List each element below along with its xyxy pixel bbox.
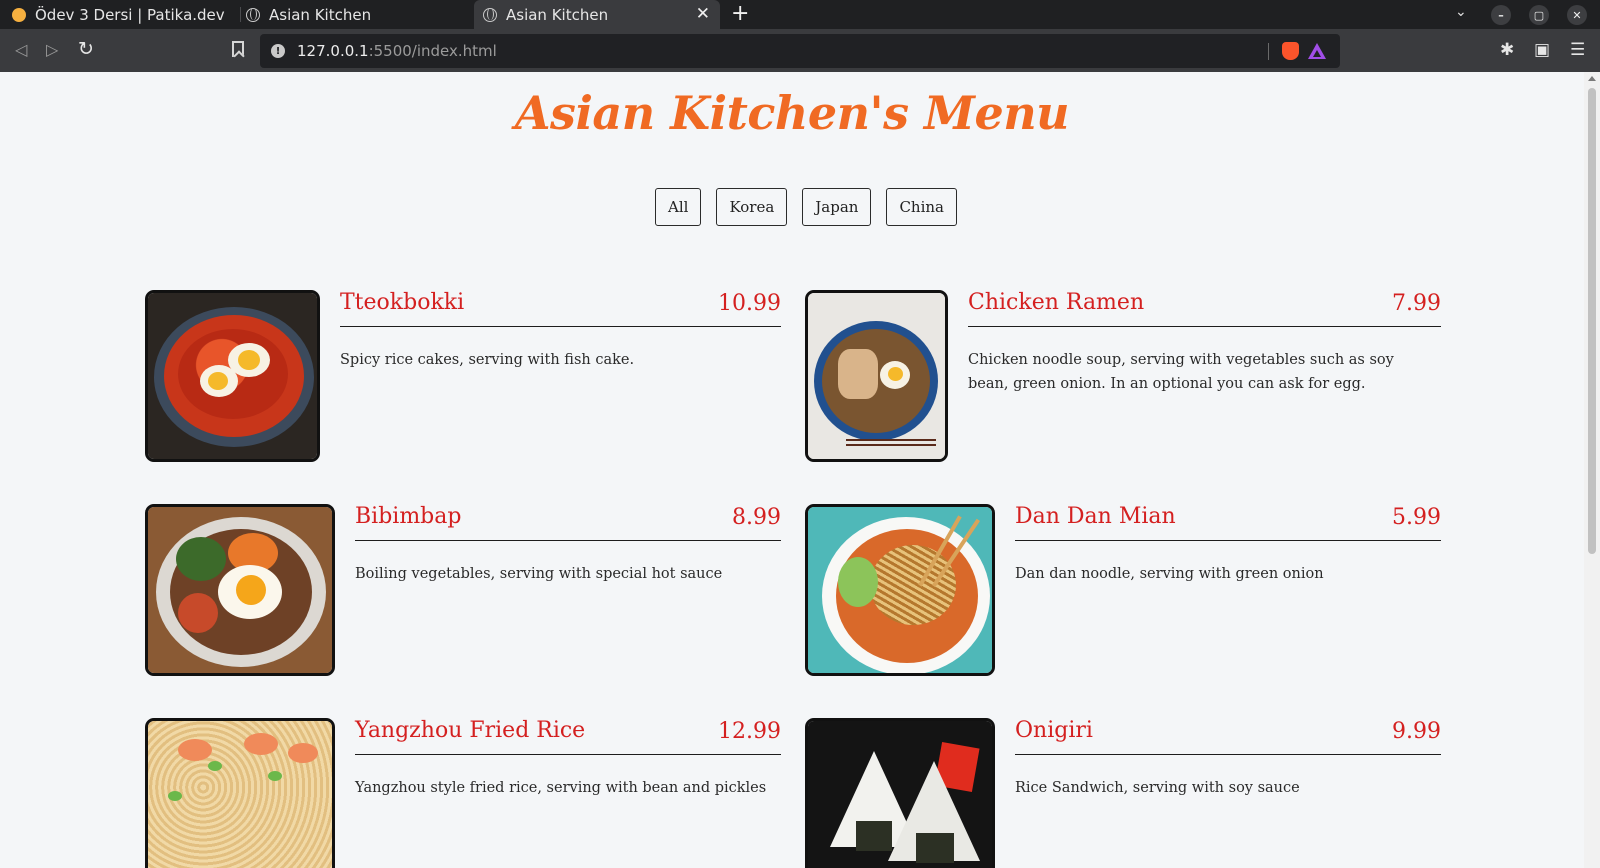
item-name: Chicken Ramen (968, 290, 1145, 315)
item-description: Dan dan noodle, serving with green onion (1015, 566, 1324, 582)
close-window-icon[interactable]: ✕ (1567, 5, 1587, 25)
item-header: Bibimbap 8.99 (355, 504, 781, 541)
filter-japan-button[interactable]: Japan (802, 188, 872, 226)
menu-item: Yangzhou Fried Rice 12.99 Yangzhou style… (145, 718, 781, 868)
page-title: Asian Kitchen's Menu (514, 86, 1070, 140)
scroll-thumb[interactable] (1588, 88, 1596, 554)
brave-shields-icon[interactable] (1282, 42, 1299, 60)
item-name: Onigiri (1015, 718, 1093, 743)
filter-china-button[interactable]: China (886, 188, 957, 226)
globe-icon (246, 7, 260, 22)
item-price: 5.99 (1392, 505, 1441, 530)
menu-item: Dan Dan Mian 5.99 Dan dan noodle, servin… (805, 504, 1441, 679)
tab-asian-kitchen-1[interactable]: Asian Kitchen (246, 0, 472, 29)
item-name: Tteokbokki (340, 290, 465, 315)
tab-title: Asian Kitchen (269, 5, 372, 24)
item-description: Spicy rice cakes, serving with fish cake… (340, 352, 635, 368)
tab-title: Ödev 3 Dersi | Patika.dev (35, 5, 225, 24)
forward-icon[interactable]: ▷ (46, 39, 58, 61)
category-filters: All Korea Japan China (655, 188, 957, 226)
tab-odev-3-dersi[interactable]: Ödev 3 Dersi | Patika.dev (12, 0, 238, 29)
maximize-icon[interactable]: ▢ (1529, 5, 1549, 25)
url-path: :5500/index.html (368, 42, 497, 60)
new-tab-icon[interactable]: + (731, 2, 749, 26)
tteokbokki-image (145, 290, 320, 462)
brave-rewards-icon[interactable] (1308, 43, 1326, 59)
chicken-ramen-image (805, 290, 948, 462)
menu-item: Bibimbap 8.99 Boiling vegetables, servin… (145, 504, 781, 679)
item-header: Chicken Ramen 7.99 (968, 290, 1441, 327)
url-host: 127.0.0.1 (297, 42, 369, 60)
item-name: Bibimbap (355, 504, 462, 529)
wallet-icon[interactable]: ▣ (1534, 40, 1550, 60)
tab-strip: Ödev 3 Dersi | Patika.dev Asian Kitchen … (0, 0, 1600, 29)
bookmark-icon[interactable] (232, 41, 244, 57)
item-price: 10.99 (718, 291, 781, 316)
back-icon[interactable]: ◁ (15, 39, 27, 61)
page-scrollbar[interactable] (1584, 72, 1600, 868)
fried-rice-image (145, 718, 335, 868)
page-viewport: Asian Kitchen's Menu All Korea Japan Chi… (0, 72, 1584, 868)
filter-korea-button[interactable]: Korea (716, 188, 788, 226)
item-description: Rice Sandwich, serving with soy sauce (1015, 780, 1300, 796)
item-price: 7.99 (1392, 291, 1441, 316)
reload-icon[interactable]: ↻ (78, 38, 94, 60)
menu-item: Onigiri 9.99 Rice Sandwich, serving with… (805, 718, 1441, 868)
tab-separator (240, 7, 241, 22)
item-header: Dan Dan Mian 5.99 (1015, 504, 1441, 541)
item-name: Yangzhou Fried Rice (355, 718, 586, 743)
item-price: 8.99 (732, 505, 781, 530)
puzzle-icon[interactable]: ✱ (1500, 40, 1514, 60)
menu-item: Chicken Ramen 7.99 Chicken noodle soup, … (805, 290, 1441, 465)
tab-title: Asian Kitchen (506, 5, 609, 24)
info-icon[interactable]: ! (271, 44, 285, 58)
minimize-icon[interactable]: – (1491, 5, 1511, 25)
item-name: Dan Dan Mian (1015, 504, 1176, 529)
dan-dan-mian-image (805, 504, 995, 676)
bibimbap-image (145, 504, 335, 676)
item-description: Chicken noodle soup, serving with vegeta… (968, 352, 1394, 392)
scroll-up-icon[interactable] (1588, 76, 1596, 81)
item-price: 9.99 (1392, 719, 1441, 744)
menu-item: Tteokbokki 10.99 Spicy rice cakes, servi… (145, 290, 781, 465)
close-tab-icon[interactable]: ✕ (696, 5, 710, 23)
onigiri-image (805, 718, 995, 868)
item-header: Tteokbokki 10.99 (340, 290, 781, 327)
item-description: Yangzhou style fried rice, serving with … (355, 780, 767, 796)
item-price: 12.99 (718, 719, 781, 744)
address-bar[interactable]: ! 127.0.0.1 :5500/index.html (260, 34, 1340, 68)
tab-asian-kitchen-active[interactable]: Asian Kitchen ✕ (474, 0, 720, 29)
browser-toolbar: ◁ ▷ ↻ ! 127.0.0.1 :5500/index.html ✱ ▣ ☰ (0, 29, 1600, 72)
url-divider (1268, 43, 1269, 60)
filter-all-button[interactable]: All (655, 188, 702, 226)
chevron-down-icon[interactable]: ⌄ (1455, 4, 1467, 20)
item-header: Yangzhou Fried Rice 12.99 (355, 718, 781, 755)
hamburger-icon[interactable]: ☰ (1570, 40, 1585, 60)
item-description: Boiling vegetables, serving with special… (355, 566, 723, 582)
patika-favicon-icon (12, 7, 26, 22)
globe-icon (483, 7, 497, 22)
item-header: Onigiri 9.99 (1015, 718, 1441, 755)
